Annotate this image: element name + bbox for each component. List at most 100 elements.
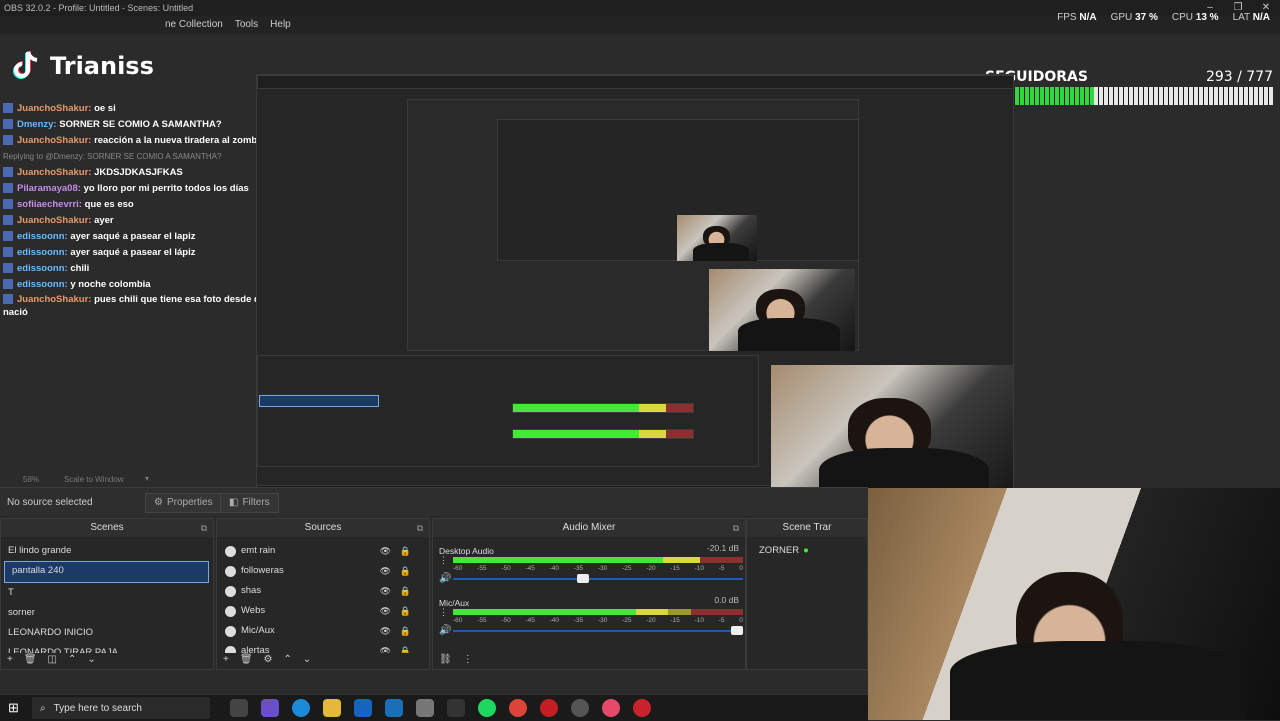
visibility-eye-icon[interactable]: 👁 <box>380 541 391 561</box>
edge-icon[interactable] <box>292 699 310 717</box>
move-down-icon[interactable]: ⌄ <box>303 654 311 665</box>
app-pink-icon[interactable] <box>602 699 620 717</box>
source-item[interactable]: Webs 👁 🔒 <box>217 601 429 621</box>
move-up-icon[interactable]: ⌃ <box>284 654 292 665</box>
filters-button[interactable]: ◧ Filters <box>220 493 279 513</box>
properties-button[interactable]: ⚙ Properties <box>145 493 222 513</box>
fps-value: N/A <box>1079 12 1097 23</box>
chrome-icon[interactable] <box>509 699 527 717</box>
scene-item[interactable]: pantalla 240 <box>4 561 209 583</box>
undock-icon[interactable]: ⧉ <box>417 519 423 537</box>
scale-tick: -50 <box>501 565 511 572</box>
opera-icon[interactable] <box>540 699 558 717</box>
trash-icon[interactable]: 🗑 <box>240 654 253 665</box>
scale-tick: -45 <box>525 565 535 572</box>
chat-overlay: JuanchoShakur: oe si Dmenzy: SORNER SE CO… <box>3 101 283 319</box>
scale-tick: -60 <box>453 617 463 624</box>
source-item[interactable]: emt rain 👁 🔒 <box>217 541 429 561</box>
undock-icon[interactable]: ⧉ <box>201 519 207 537</box>
scale-tick: -35 <box>573 565 584 572</box>
volume-knob[interactable] <box>731 626 743 635</box>
lock-icon[interactable]: 🔒 <box>400 561 411 581</box>
add-icon[interactable]: + <box>223 654 229 665</box>
mixer-toolbar: ⛓ ⋮ <box>433 649 745 669</box>
followers-goal: SEGUIDORAS 293 / 777 <box>985 67 1273 109</box>
lock-icon[interactable]: 🔒 <box>400 621 411 641</box>
link-icon[interactable]: ⛓ <box>439 654 452 665</box>
gear-icon[interactable]: ⚙ <box>264 654 273 665</box>
filter-icon[interactable]: ◫ <box>48 654 57 665</box>
visibility-eye-icon[interactable]: 👁 <box>380 601 391 621</box>
no-source-label: No source selected <box>7 497 93 508</box>
chat-message: Pilaramaya08: yo lloro por mi perrito to… <box>3 181 283 197</box>
outlook-icon[interactable] <box>354 699 372 717</box>
audio-mixer-dock: Audio Mixer ⧉ Desktop Audio -20.1 dB ⋮ -60 -5… <box>432 518 746 670</box>
chat-reply-label: Replying to @Dmenzy: SORNER SE COMIO A S… <box>3 152 222 161</box>
scene-item[interactable]: LEONARDO INICIO <box>1 623 213 643</box>
nested-webcam-tiny <box>677 215 757 261</box>
task-view-icon[interactable] <box>230 699 248 717</box>
meter-scale: -60 -55 -50 -45 -40 -35 -30 -25 -20 -15 -10 -5 0 <box>453 565 743 572</box>
zoom-level[interactable]: 58% <box>23 475 39 484</box>
move-down-icon[interactable]: ⌄ <box>87 654 95 665</box>
send-icon[interactable] <box>385 699 403 717</box>
zoom-dropdown-icon[interactable]: ▾ <box>145 474 149 483</box>
lock-icon[interactable]: 🔒 <box>400 581 411 601</box>
scene-item[interactable]: T <box>1 583 213 603</box>
source-item[interactable]: shas 👁 🔒 <box>217 581 429 601</box>
transition-item[interactable]: ZORNER ● <box>747 537 867 564</box>
more-icon[interactable]: ⋮ <box>439 607 448 618</box>
scenes-dock: Scenes ⧉ El lindo grande pantalla 240 Tsorn… <box>0 518 214 670</box>
add-icon[interactable]: + <box>7 654 13 665</box>
chat-username: JuanchoShakur: <box>17 294 92 305</box>
source-item[interactable]: followeras 👁 🔒 <box>217 561 429 581</box>
more-icon[interactable]: ⋮ <box>463 654 473 665</box>
scene-item[interactable]: El lindo grande <box>1 541 213 561</box>
speaker-icon[interactable]: 🔊 <box>439 573 451 584</box>
app-icon[interactable] <box>447 699 465 717</box>
chat-username: sofiiaechevrri: <box>17 199 82 210</box>
transition-item-label: ZORNER <box>759 545 800 556</box>
more-icon[interactable]: ⋮ <box>439 555 448 566</box>
visibility-eye-icon[interactable]: 👁 <box>380 561 391 581</box>
visibility-eye-icon[interactable]: 👁 <box>380 621 391 641</box>
copilot-icon[interactable] <box>261 699 279 717</box>
menu-scene-collection[interactable]: ne Collection <box>165 19 223 30</box>
menu-help[interactable]: Help <box>270 19 291 30</box>
volume-knob[interactable] <box>577 574 590 583</box>
chat-message: edissoonn: ayer saqué a pasear el lapiz <box>3 229 283 245</box>
webcam-feed <box>868 488 1280 720</box>
trash-icon[interactable]: 🗑 <box>24 654 37 665</box>
menu-tools[interactable]: Tools <box>235 19 258 30</box>
obs-icon[interactable] <box>571 699 589 717</box>
volume-meter <box>453 609 743 615</box>
chat-badge-icon <box>3 263 13 274</box>
source-label: Webs <box>241 605 266 616</box>
scale-tick: -10 <box>694 617 704 624</box>
app-red-icon[interactable] <box>633 699 651 717</box>
zoom-mode[interactable]: Scale to Window <box>64 475 124 484</box>
scale-tick: -55 <box>477 617 487 624</box>
windows-start-icon[interactable]: ⊞ <box>8 700 19 716</box>
search-icon: ⌕ <box>40 702 46 714</box>
speaker-icon[interactable]: 🔊 <box>439 625 451 636</box>
scale-tick: -35 <box>573 617 584 624</box>
volume-slider[interactable] <box>453 626 743 635</box>
volume-slider[interactable] <box>453 574 743 583</box>
sources-title: Sources <box>304 522 342 533</box>
chat-badge-icon <box>3 215 13 226</box>
visibility-eye-icon[interactable]: 👁 <box>380 581 391 601</box>
store-icon[interactable] <box>416 699 434 717</box>
scene-item[interactable]: sorner <box>1 603 213 623</box>
chat-text: oe si <box>94 103 116 114</box>
lock-icon[interactable]: 🔒 <box>400 601 411 621</box>
spotify-icon[interactable] <box>478 699 496 717</box>
move-up-icon[interactable]: ⌃ <box>68 654 76 665</box>
source-item[interactable]: Mic/Aux 👁 🔒 <box>217 621 429 641</box>
folder-icon[interactable] <box>323 699 341 717</box>
preview-canvas[interactable]: Trianiss JuanchoShakur: oe si Dmenzy: SOR… <box>0 34 1280 504</box>
taskbar-search[interactable]: ⌕ Type here to search <box>32 697 210 719</box>
undock-icon[interactable]: ⧉ <box>733 519 739 537</box>
scenes-toolbar: + 🗑 ◫ ⌃ ⌄ <box>1 649 213 669</box>
lock-icon[interactable]: 🔒 <box>400 541 411 561</box>
